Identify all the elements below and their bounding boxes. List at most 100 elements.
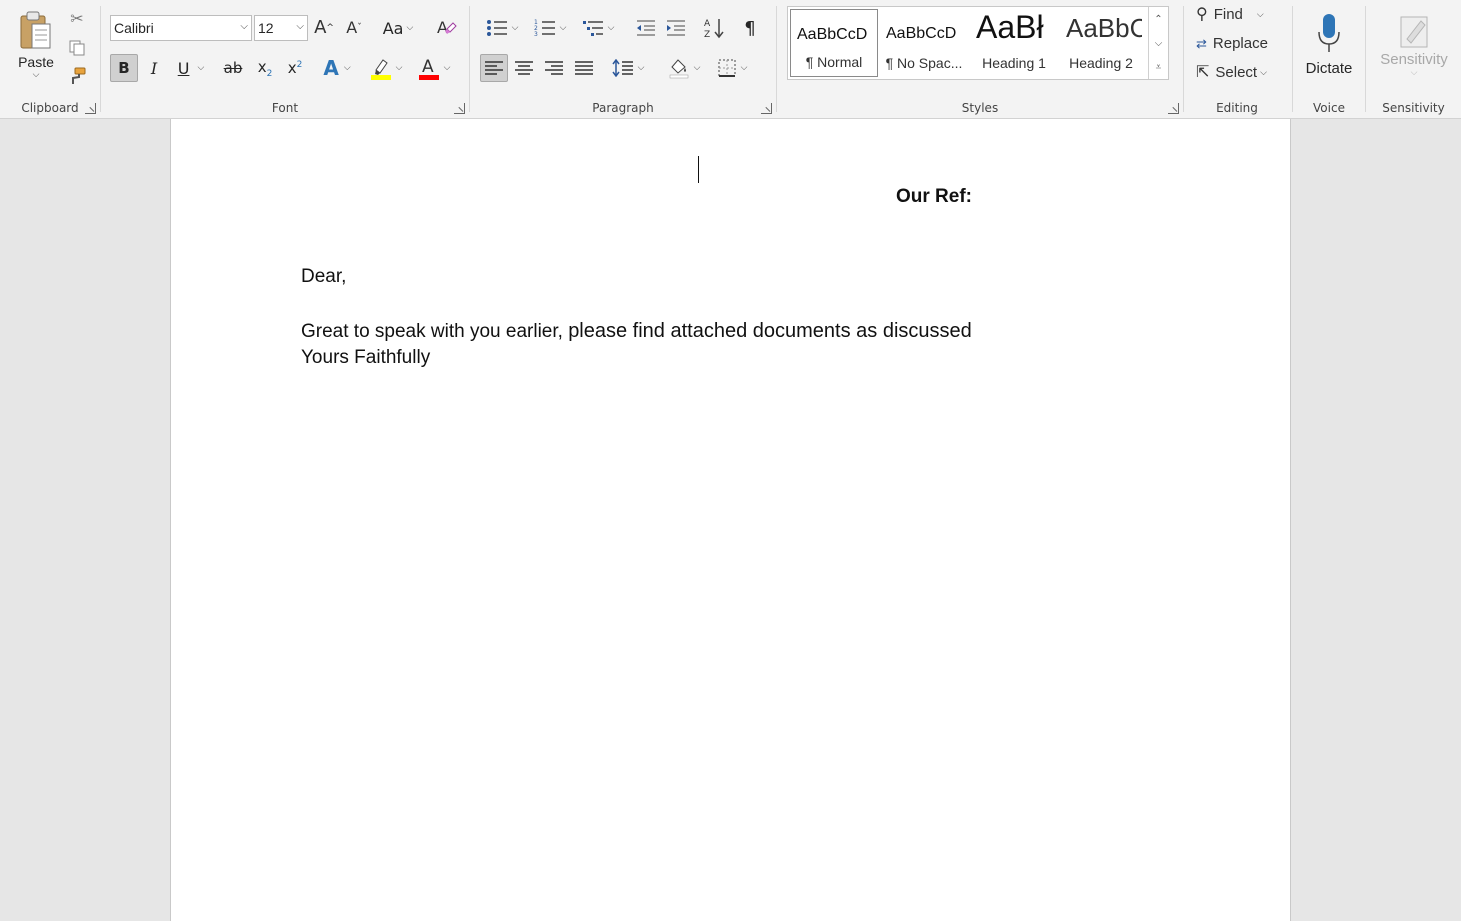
numbering-button[interactable]: 1 2 3 ⌵ [528,14,572,42]
chevron-down-icon: ⌵ [406,23,414,33]
chevron-down-icon: ⌵ [607,23,615,33]
italic-button[interactable]: I [141,54,167,82]
style-no-spacing[interactable]: AaBbCcD ¶ No Spac... [880,9,968,77]
svg-text:A: A [704,19,711,29]
more-icon: ⩡ [1155,61,1162,73]
chevron-down-icon: ⌵ [511,23,519,33]
find-button[interactable]: ⚲ Find ⌵ [1196,6,1264,23]
body-paragraph[interactable]: Great to speak with you earlier, please … [301,320,972,343]
subscript-icon: x2 [258,58,273,79]
strikethrough-button[interactable]: ab [219,54,247,82]
style-normal[interactable]: AaBbCcD ¶ Normal [790,9,878,77]
scissors-icon: ✂ [70,9,84,28]
chevron-down-icon: ⌵ [32,70,40,80]
format-painter-icon [72,67,86,84]
chevron-down-icon: ⌵ [1154,37,1163,49]
superscript-button[interactable]: x2 [281,54,309,82]
style-sample: AaBł [976,9,1044,45]
strikethrough-icon: ab [223,59,243,77]
cursor-arrow-icon: ⇱ [1196,63,1210,81]
paste-button[interactable]: Paste ⌵ [8,4,64,86]
style-name: Heading 2 [1069,55,1133,71]
borders-button[interactable]: ⌵ [712,54,752,82]
justify-icon [575,61,593,75]
underline-button[interactable]: U ⌵ [171,54,211,82]
font-size-value: 12 [258,20,274,36]
subscript-button[interactable]: x2 [251,54,279,82]
replace-icon: ⇄ [1196,36,1207,51]
document-page[interactable]: Our Ref: Dear, Great to speak with you e… [170,119,1291,921]
style-name: Heading 1 [982,55,1046,71]
show-formatting-button[interactable]: ¶ [736,14,764,42]
bold-button[interactable]: B [110,54,138,82]
change-case-button[interactable]: Aa ⌵ [379,15,417,41]
align-left-icon [485,61,503,75]
sort-button[interactable]: A Z [700,14,728,42]
font-group: Calibri ⌵ 12 ⌵ A ^ Aˇ Aa ⌵ A B I U ⌵ ab … [101,0,469,119]
sensitivity-group: Sensitivity ⌵ Sensitivity [1366,0,1461,119]
chevron-down-icon: ⌵ [559,23,567,33]
bullets-button[interactable]: ⌵ [480,14,524,42]
dictate-button[interactable]: Dictate [1299,4,1359,84]
line-spacing-button[interactable]: ⌵ [608,54,648,82]
subscript-base: x [257,57,267,76]
chevron-down-icon: ⌵ [740,63,748,73]
styles-dialog-launcher[interactable] [1168,103,1179,114]
format-painter-button[interactable] [66,65,88,87]
font-color-button[interactable]: A ⌵ [413,54,455,82]
multilevel-list-button[interactable]: ⌵ [576,14,620,42]
select-button[interactable]: ⇱ Select ⌵ [1196,64,1267,81]
paste-label: Paste [18,54,54,70]
chevron-down-icon: ⌵ [693,63,701,73]
gallery-more-button[interactable]: ⩡ [1148,55,1168,79]
align-right-button[interactable] [540,54,568,82]
text-effects-icon: A [323,56,339,80]
justify-button[interactable] [570,54,598,82]
decrease-indent-button[interactable] [632,14,660,42]
chevron-down-icon: ⌵ [197,63,205,73]
paragraph-dialog-launcher[interactable] [761,103,772,114]
superscript-icon: x2 [288,59,303,77]
cut-button[interactable]: ✂ [66,8,88,30]
paint-bucket-icon [669,59,688,79]
shading-button[interactable]: ⌵ [664,54,704,82]
clipboard-dialog-launcher[interactable] [85,103,96,114]
chevron-down-icon: ⌵ [240,21,248,32]
superscript-base: x [287,59,297,77]
style-heading-1[interactable]: AaBł Heading 1 [970,9,1058,77]
font-dialog-launcher[interactable] [454,103,465,114]
font-name-combo[interactable]: Calibri ⌵ [110,15,252,41]
body-text-part-1: Great to speak with you earlier, [301,321,569,342]
font-color-icon: A [418,57,439,80]
pilcrow-icon: ¶ [744,17,756,39]
clear-formatting-icon: A [437,18,457,37]
chevron-down-icon: ⌵ [1256,9,1264,19]
salutation-text[interactable]: Dear, [301,266,346,288]
shrink-font-button[interactable]: Aˇ [342,15,366,41]
font-size-combo[interactable]: 12 ⌵ [254,15,308,41]
highlight-button[interactable]: ⌵ [365,54,407,82]
underline-icon: U [177,58,190,78]
align-center-button[interactable] [510,54,538,82]
copy-button[interactable] [66,37,88,59]
document-canvas[interactable]: Our Ref: Dear, Great to speak with you e… [0,119,1461,921]
closing-text[interactable]: Yours Faithfully [301,347,430,369]
grow-font-button[interactable]: A ^ [312,15,336,41]
our-ref-text[interactable]: Our Ref: [896,186,972,208]
sensitivity-group-label: Sensitivity [1382,101,1445,115]
sensitivity-button[interactable]: Sensitivity ⌵ [1372,4,1456,84]
sort-icon: A Z [704,19,724,40]
gallery-scroll-up[interactable]: ⌃ [1148,7,1168,31]
style-name: ¶ No Spac... [885,55,963,71]
replace-label: Replace [1212,35,1268,52]
font-group-label: Font [271,101,299,115]
voice-group: Dictate Voice [1293,0,1365,119]
gallery-scroll-down[interactable]: ⌵ [1148,31,1168,55]
clear-formatting-button[interactable]: A [433,15,459,41]
increase-indent-icon [667,20,685,36]
align-left-button[interactable] [480,54,508,82]
increase-indent-button[interactable] [662,14,690,42]
style-heading-2[interactable]: AaBbC Heading 2 [1060,9,1142,77]
text-effects-button[interactable]: A ⌵ [317,54,357,82]
replace-button[interactable]: ⇄ Replace [1196,35,1268,52]
